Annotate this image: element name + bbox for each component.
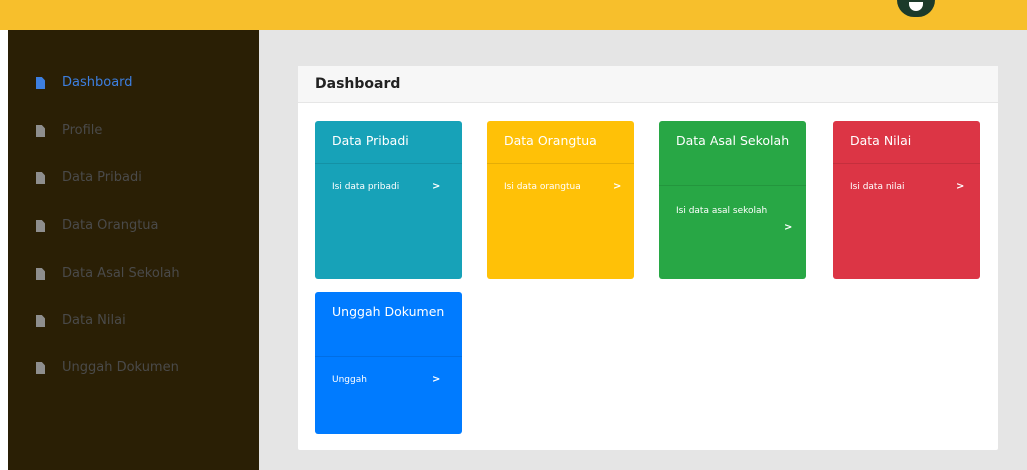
card-title: Data Nilai [850,133,912,148]
card-unggah-dokumen[interactable]: Unggah Dokumen Unggah > [315,292,462,434]
sidebar-item-label: Dashboard [62,75,133,90]
file-icon [36,268,45,280]
card-data-pribadi[interactable]: Data Pribadi Isi data pribadi > [315,121,462,279]
file-icon [36,125,45,137]
file-icon [36,77,45,89]
top-navbar [0,0,1027,30]
card-link[interactable]: Isi data pribadi [332,182,399,192]
sidebar-item-data-nilai[interactable]: Data Nilai [8,307,259,337]
file-icon [36,172,45,184]
sidebar-item-data-pribadi[interactable]: Data Pribadi [8,164,259,194]
file-icon [36,315,45,327]
file-icon [36,362,45,374]
sidebar-item-data-asal-sekolah[interactable]: Data Asal Sekolah [8,260,259,290]
sidebar-item-label: Unggah Dokumen [62,360,179,375]
card-header: Data Nilai [833,121,980,164]
card-header: Data Pribadi [315,121,462,164]
card-header: Data Asal Sekolah [659,121,806,186]
sidebar-item-label: Data Asal Sekolah [62,266,180,281]
card-header: Data Orangtua [487,121,634,164]
sidebar-item-data-orangtua[interactable]: Data Orangtua [8,212,259,242]
card-data-nilai[interactable]: Data Nilai Isi data nilai > [833,121,980,279]
chevron-right-icon[interactable]: > [613,181,621,192]
user-avatar-icon[interactable] [897,0,935,17]
file-icon [36,220,45,232]
card-link[interactable]: Isi data orangtua [504,182,581,192]
chevron-right-icon[interactable]: > [956,181,964,192]
sidebar-item-label: Data Pribadi [62,170,142,185]
card-link[interactable]: Isi data nilai [850,182,905,192]
panel-header: Dashboard [298,66,998,103]
card-link[interactable]: Unggah [332,375,367,385]
card-title: Data Orangtua [504,133,597,148]
chevron-right-icon[interactable]: > [784,222,792,233]
sidebar: Dashboard Profile Data Pribadi Data Oran… [8,30,259,470]
card-link[interactable]: Isi data asal sekolah [676,206,767,216]
card-title: Data Pribadi [332,133,409,148]
sidebar-item-unggah-dokumen[interactable]: Unggah Dokumen [8,354,259,384]
card-title: Data Asal Sekolah [676,133,790,148]
card-title: Unggah Dokumen [332,304,445,319]
main-content: Dashboard Data Pribadi Isi data pribadi … [259,30,1027,470]
page-title: Dashboard [315,76,401,92]
sidebar-item-label: Data Nilai [62,313,126,328]
sidebar-item-profile[interactable]: Profile [8,117,259,147]
card-data-asal-sekolah[interactable]: Data Asal Sekolah Isi data asal sekolah … [659,121,806,279]
card-data-orangtua[interactable]: Data Orangtua Isi data orangtua > [487,121,634,279]
sidebar-item-label: Data Orangtua [62,218,159,233]
chevron-right-icon[interactable]: > [432,181,440,192]
dashboard-panel: Dashboard Data Pribadi Isi data pribadi … [298,66,998,450]
chevron-right-icon[interactable]: > [432,374,440,385]
card-header: Unggah Dokumen [315,292,462,357]
sidebar-item-dashboard[interactable]: Dashboard [8,69,259,99]
sidebar-item-label: Profile [62,123,103,138]
